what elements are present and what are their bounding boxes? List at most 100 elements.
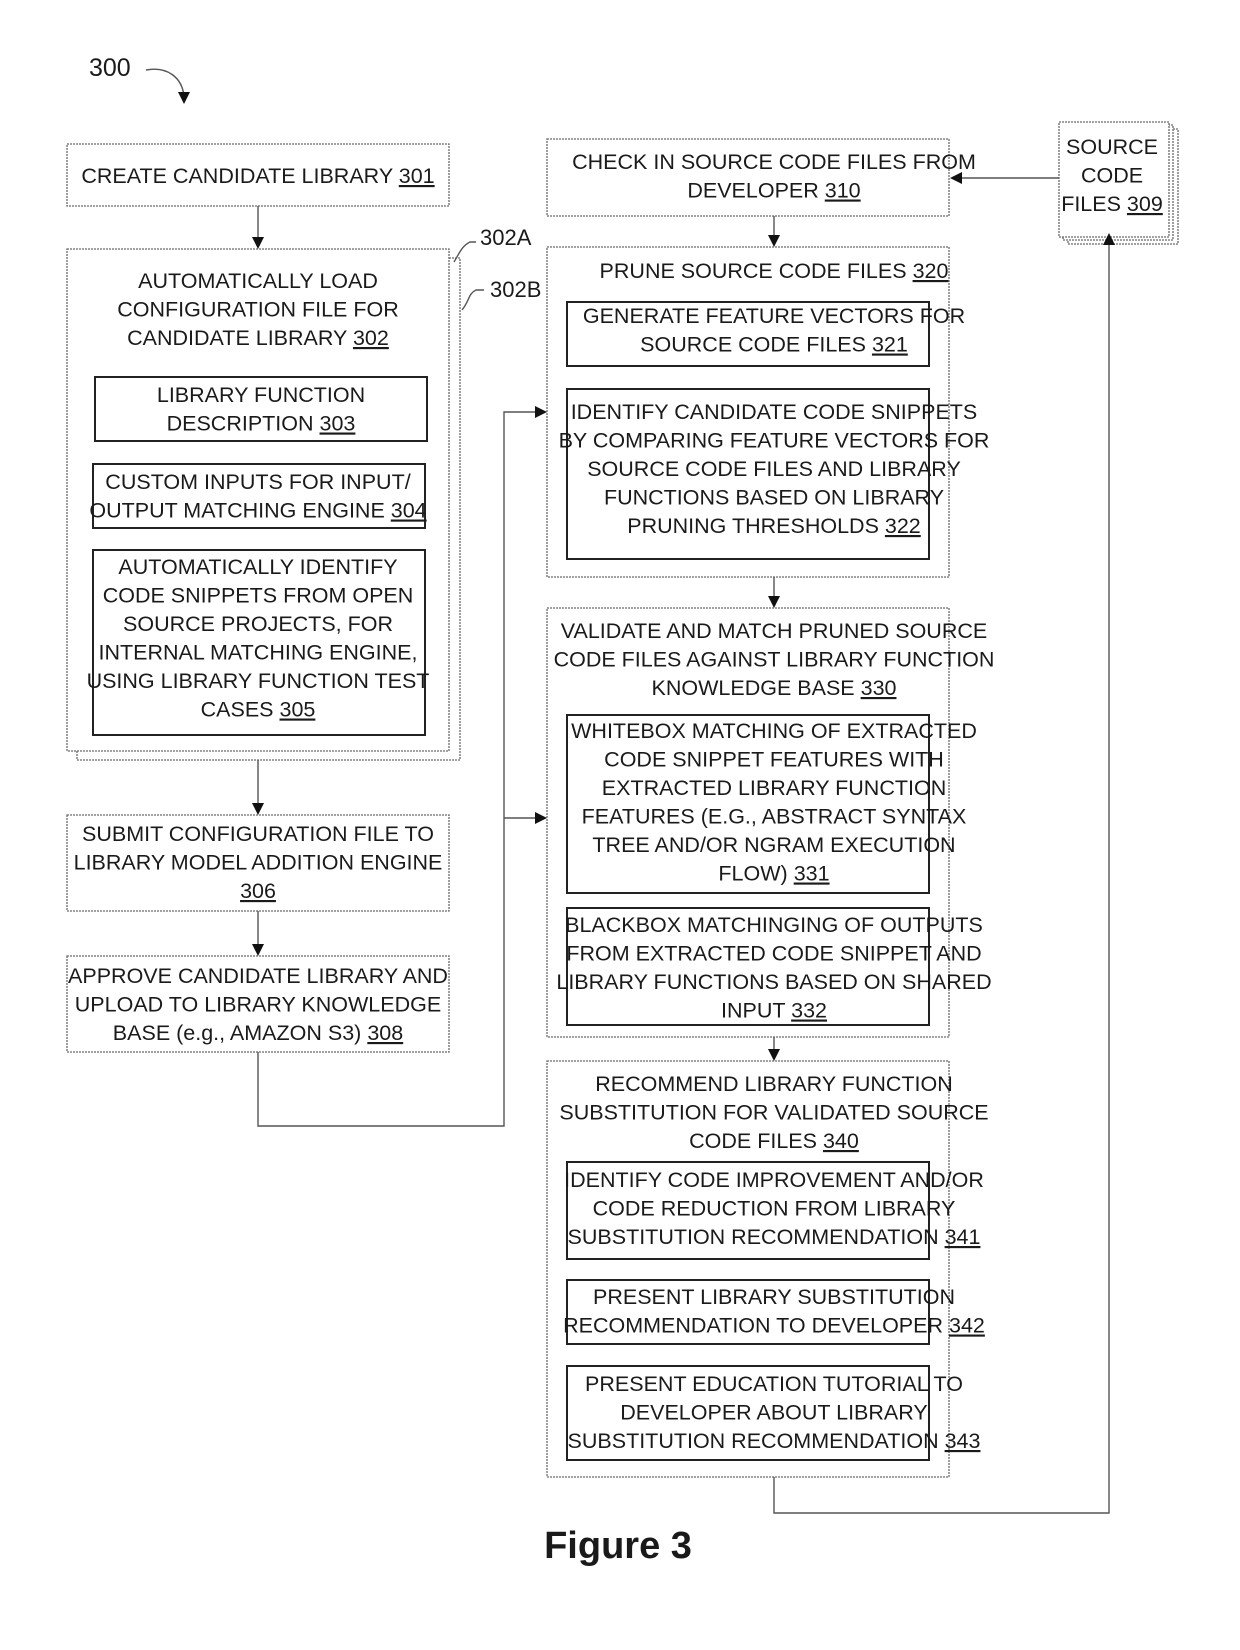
box-text-line: VALIDATE AND MATCH PRUNED SOURCE — [561, 619, 987, 643]
box-text-line: WHITEBOX MATCHING OF EXTRACTED — [571, 719, 977, 743]
box-301: CREATE CANDIDATE LIBRARY 301 — [66, 143, 450, 207]
box-text-line: CODE FILES AGAINST LIBRARY FUNCTION — [554, 648, 995, 672]
reference-number: 340 — [823, 1129, 859, 1153]
reference-number: 321 — [872, 333, 908, 357]
box-text-line: CANDIDATE LIBRARY 302 — [127, 326, 389, 350]
reference-number: 330 — [861, 676, 897, 700]
box-text-line: BLACKBOX MATCHINGING OF OUTPUTS — [565, 913, 983, 937]
box-321: GENERATE FEATURE VECTORS FOR SOURCE CODE … — [566, 301, 965, 367]
arrowhead-310-320-icon — [768, 235, 780, 247]
box-text-line: CODE SNIPPETS FROM OPEN — [103, 584, 414, 608]
reference-number: 309 — [1127, 192, 1163, 216]
reference-number: 308 — [367, 1021, 403, 1045]
reference-number: 320 — [913, 259, 949, 283]
box-text-line: SUBSTITUTION FOR VALIDATED SOURCE — [559, 1101, 988, 1125]
reference-number: 332 — [791, 999, 827, 1023]
box-text-line: IDENTIFY CODE IMPROVEMENT AND/OR — [564, 1168, 984, 1192]
reference-number: 341 — [945, 1225, 981, 1249]
box-text-line: INTERNAL MATCHING ENGINE, — [99, 641, 418, 665]
box-text-line: EXTRACTED LIBRARY FUNCTION — [602, 776, 946, 800]
arrowhead-301-302-icon — [252, 237, 264, 249]
box-342: PRESENT LIBRARY SUBSTITUTION RECOMMENDATI… — [563, 1279, 985, 1345]
box-343-text: PRESENT EDUCATION TUTORIAL TO DEVELOPER A… — [568, 1372, 981, 1453]
box-text-line: UPLOAD TO LIBRARY KNOWLEDGE — [75, 993, 441, 1017]
box-341-text: IDENTIFY CODE IMPROVEMENT AND/OR CODE RED… — [564, 1168, 984, 1249]
box-text-line: BASE (e.g., AMAZON S3) 308 — [113, 1021, 403, 1045]
reference-number: 342 — [949, 1314, 985, 1338]
figure-caption: Figure 3 — [544, 1525, 692, 1567]
box-text-line: LIBRARY FUNCTIONS BASED ON SHARED — [556, 970, 991, 994]
box-text-line: SUBSTITUTION RECOMMENDATION 343 — [568, 1429, 981, 1453]
reference-number: 303 — [320, 412, 356, 436]
box-304: CUSTOM INPUTS FOR INPUT/OUTPUT MATCHING … — [89, 463, 427, 529]
box-text-line: SUBSTITUTION RECOMMENDATION 341 — [568, 1225, 981, 1249]
reference-number: 302 — [353, 326, 389, 350]
reference-number: 331 — [794, 862, 830, 886]
box-308: APPROVE CANDIDATE LIBRARY AND UPLOAD TO L… — [66, 955, 450, 1053]
reference-number: 304 — [391, 499, 427, 523]
box-331: WHITEBOX MATCHING OF EXTRACTED CODE SNIPP… — [566, 714, 977, 894]
box-text-line: USING LIBRARY FUNCTION TEST — [87, 669, 430, 693]
reference-number: 343 — [945, 1429, 981, 1453]
box-text-line: SOURCE PROJECTS, FOR — [123, 612, 393, 636]
box-text-line: SOURCE CODE FILES 321 — [640, 333, 908, 357]
box-text-line: CODE SNIPPET FEATURES WITH — [604, 748, 944, 772]
box-text-line: PRUNE SOURCE CODE FILES 320 — [600, 259, 949, 283]
box-text-line: CODE FILES 340 — [689, 1129, 859, 1153]
arrowhead-308-322-icon — [535, 406, 547, 418]
box-text-line: IDENTIFY CANDIDATE CODE SNIPPETS — [571, 400, 978, 424]
box-text-line: FUNCTIONS BASED ON LIBRARY — [604, 486, 944, 510]
box-text-line: LIBRARY MODEL ADDITION ENGINE — [74, 851, 443, 875]
figure-number-curved-arrow — [145, 68, 185, 97]
box-322: IDENTIFY CANDIDATE CODE SNIPPETS BY COMPA… — [559, 388, 990, 560]
box-303: LIBRARY FUNCTION DESCRIPTION 303 — [94, 376, 428, 442]
box-320-text: PRUNE SOURCE CODE FILES 320 — [600, 259, 949, 283]
box-text-line: FILES 309 — [1061, 192, 1163, 216]
box-343: PRESENT EDUCATION TUTORIAL TO DEVELOPER A… — [566, 1365, 981, 1461]
box-text-line: GENERATE FEATURE VECTORS FOR — [583, 304, 965, 328]
callout-302b-leader — [461, 289, 484, 311]
box-text-line: PRUNING THRESHOLDS 322 — [627, 514, 921, 538]
reference-number: 322 — [885, 514, 921, 538]
box-text-line: AUTOMATICALLY IDENTIFY — [118, 555, 397, 579]
box-text-line: AUTOMATICALLY LOAD — [138, 269, 378, 293]
box-text-line: BY COMPARING FEATURE VECTORS FOR — [559, 429, 990, 453]
box-text-line: PRESENT LIBRARY SUBSTITUTION — [593, 1285, 955, 1309]
figure-number-arrowhead-icon — [178, 92, 190, 104]
box-text-line: CODE REDUCTION FROM LIBRARY — [593, 1197, 956, 1221]
arrowhead-306-308-icon — [252, 944, 264, 956]
box-301-text: CREATE CANDIDATE LIBRARY 301 — [81, 164, 434, 188]
box-text-line: RECOMMEND LIBRARY FUNCTION — [595, 1072, 953, 1096]
box-305: AUTOMATICALLY IDENTIFY CODE SNIPPETS FROM… — [87, 549, 430, 736]
box-text-line: CONFIGURATION FILE FOR — [117, 298, 399, 322]
box-text-line: DEVELOPER ABOUT LIBRARY — [620, 1401, 928, 1425]
box-text-line: CUSTOM INPUTS FOR INPUT/ — [105, 470, 410, 494]
arrowhead-302-306-icon — [252, 803, 264, 815]
reference-number: 305 — [280, 698, 316, 722]
box-text-line: OUTPUT MATCHING ENGINE 304 — [89, 499, 426, 523]
arrowhead-308-330-icon — [535, 812, 547, 824]
box-310: CHECK IN SOURCE CODE FILES FROM DEVELOPER… — [546, 138, 976, 217]
box-text-line: INPUT 332 — [721, 999, 827, 1023]
box-text-line: FROM EXTRACTED CODE SNIPPET AND — [566, 942, 981, 966]
box-text-line: CHECK IN SOURCE CODE FILES FROM — [572, 150, 976, 174]
box-306-ref: 306 — [240, 879, 276, 903]
box-text-line: PRESENT EDUCATION TUTORIAL TO — [585, 1372, 963, 1396]
reference-number: 301 — [399, 164, 435, 188]
callout-302a: 302A — [480, 225, 532, 250]
flowchart-diagram: 300 CREATE CANDIDATE LIBRARY 301 AUTOMAT… — [66, 54, 1179, 1567]
box-text-line: FLOW) 331 — [718, 862, 829, 886]
box-text-line: SUBMIT CONFIGURATION FILE TO — [82, 822, 434, 846]
box-text-line: DESCRIPTION 303 — [167, 412, 356, 436]
callout-302b: 302B — [490, 277, 541, 302]
box-text-line: CREATE CANDIDATE LIBRARY 301 — [81, 164, 434, 188]
box-341: IDENTIFY CODE IMPROVEMENT AND/OR CODE RED… — [564, 1161, 984, 1260]
arrowhead-330-340-icon — [768, 1049, 780, 1061]
figure-number: 300 — [89, 54, 131, 82]
box-text-line: SOURCE — [1066, 135, 1158, 159]
box-text-line: CASES 305 — [201, 698, 316, 722]
box-text-line: LIBRARY FUNCTION — [157, 383, 365, 407]
box-306: SUBMIT CONFIGURATION FILE TO LIBRARY MODE… — [66, 814, 450, 912]
box-text-line: RECOMMENDATION TO DEVELOPER 342 — [563, 1314, 985, 1338]
box-text-line: FEATURES (E.G., ABSTRACT SYNTAX — [582, 805, 967, 829]
